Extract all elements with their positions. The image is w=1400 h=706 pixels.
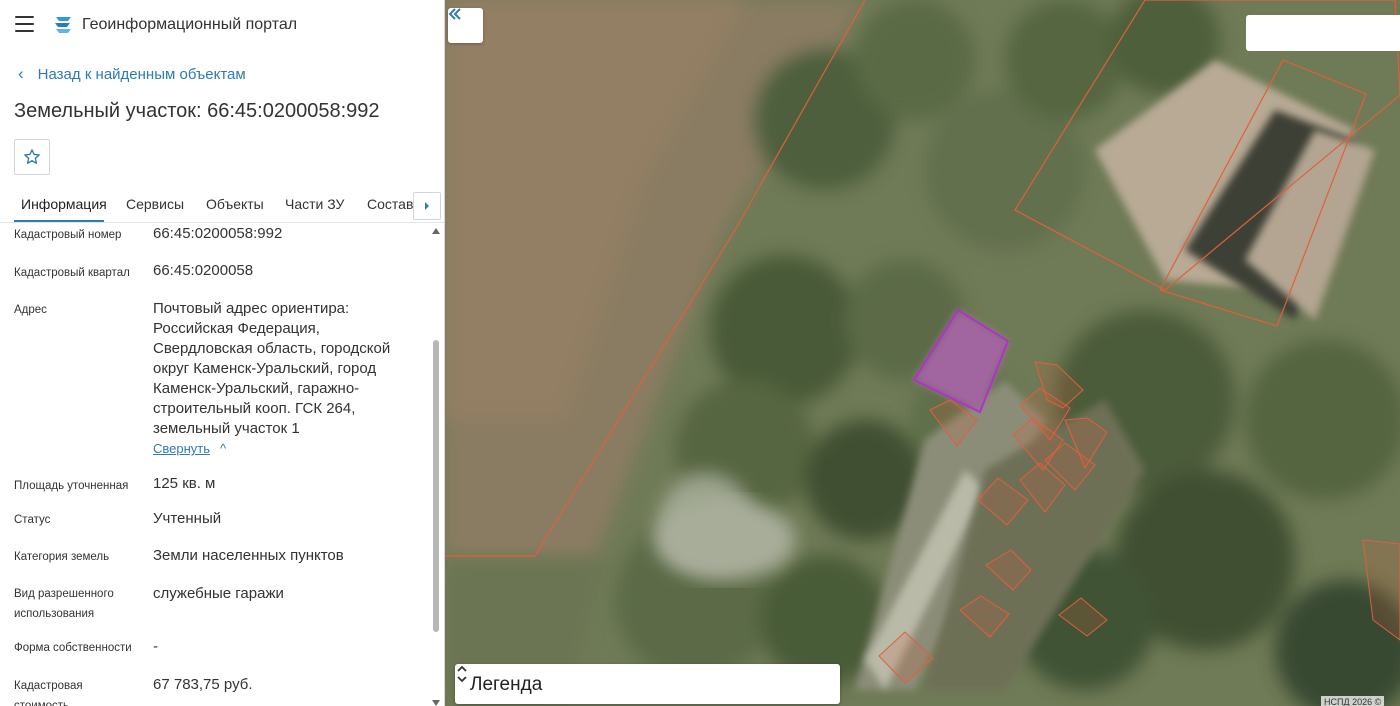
double-chevron-left-icon bbox=[448, 8, 461, 20]
address-line: земельный участок 1 bbox=[153, 420, 300, 437]
field-label: Кадастровая стоимость bbox=[14, 676, 139, 706]
logo-icon bbox=[55, 17, 71, 33]
field-value: 67 783,75 руб. bbox=[153, 676, 253, 693]
chevron-left-icon: ‹ bbox=[18, 64, 24, 83]
tab-services[interactable]: Сервисы bbox=[126, 196, 184, 212]
tab-composition[interactable]: Состав bbox=[367, 196, 413, 212]
tab-parcel-parts[interactable]: Части ЗУ bbox=[285, 196, 344, 212]
tabs-scroll-button[interactable] bbox=[413, 192, 441, 220]
back-link-label: Назад к найденным объектам bbox=[37, 66, 246, 83]
top-bar: Геоинформационный портал bbox=[0, 0, 444, 50]
map-search-input[interactable] bbox=[1246, 15, 1400, 51]
star-icon bbox=[24, 149, 40, 164]
hamburger-icon[interactable] bbox=[15, 16, 34, 32]
chevron-up-icon: ^ bbox=[220, 441, 227, 456]
app-title: Геоинформационный портал bbox=[82, 16, 298, 33]
address-line: округ Каменск-Уральский, город bbox=[153, 360, 377, 377]
field-label: Площадь уточненная bbox=[14, 480, 129, 492]
field-label-line: Кадастровая bbox=[14, 680, 83, 692]
field-label: Статус bbox=[14, 514, 51, 526]
scrollbar[interactable] bbox=[431, 226, 442, 706]
field-value: 66:45:0200058 bbox=[153, 262, 254, 279]
page-title: Земельный участок: 66:45:0200058:992 bbox=[14, 100, 380, 122]
scroll-up-arrow-icon[interactable] bbox=[432, 228, 440, 234]
field-value: Почтовый адрес ориентира: Российская Фед… bbox=[153, 299, 413, 439]
unfold-icon[interactable] bbox=[455, 664, 469, 684]
field-label: Адрес bbox=[14, 304, 47, 316]
scroll-thumb[interactable] bbox=[433, 340, 439, 632]
map-view[interactable]: Легенда НСПД 2026 © bbox=[445, 0, 1400, 706]
collapse-panel-button[interactable] bbox=[448, 8, 483, 43]
tab-bar: Информация Сервисы Объекты Части ЗУ Сост… bbox=[0, 188, 444, 223]
field-label: Вид разрешенного использования bbox=[14, 584, 139, 624]
info-panel: Геоинформационный портал ‹ Назад к найден… bbox=[0, 0, 445, 706]
field-label: Кадастровый квартал bbox=[14, 267, 130, 279]
field-label: Категория земель bbox=[14, 551, 110, 563]
field-label-line: Вид разрешенного bbox=[14, 588, 114, 600]
info-content: Кадастровый номер 66:45:0200058:992 Када… bbox=[0, 223, 430, 706]
legend-panel[interactable]: Легенда bbox=[455, 664, 840, 704]
back-link[interactable]: ‹ Назад к найденным объектам bbox=[18, 64, 246, 83]
legend-label: Легенда bbox=[470, 674, 543, 695]
satellite-imagery bbox=[445, 0, 1400, 706]
field-label: Форма собственности bbox=[14, 642, 132, 654]
collapse-label: Свернуть bbox=[153, 441, 211, 456]
map-attribution: НСПД 2026 © bbox=[1321, 696, 1385, 706]
field-value: служебные гаражи bbox=[153, 585, 284, 602]
field-value: 125 кв. м bbox=[153, 475, 216, 492]
active-tab-indicator bbox=[14, 220, 104, 222]
tab-info[interactable]: Информация bbox=[21, 196, 107, 212]
field-value: Учтенный bbox=[153, 510, 222, 527]
field-value: - bbox=[153, 638, 158, 655]
field-value: Земли населенных пунктов bbox=[153, 547, 344, 564]
address-line: строительный кооп. ГСК 264, bbox=[153, 400, 356, 417]
address-line: Российская Федерация, bbox=[153, 320, 320, 337]
field-label-line: использования bbox=[14, 608, 95, 620]
favorite-button[interactable] bbox=[14, 139, 50, 175]
address-line: Почтовый адрес ориентира: bbox=[153, 300, 350, 317]
field-label-line: стоимость bbox=[14, 700, 70, 706]
field-value: 66:45:0200058:992 bbox=[153, 225, 283, 242]
address-line: Свердловская область, городской bbox=[153, 340, 391, 357]
tab-objects[interactable]: Объекты bbox=[206, 196, 264, 212]
field-label: Кадастровый номер bbox=[14, 229, 122, 241]
address-line: Каменск-Уральский, гаражно- bbox=[153, 380, 360, 397]
scroll-down-arrow-icon[interactable] bbox=[432, 700, 440, 706]
caret-right-icon bbox=[425, 202, 429, 210]
collapse-link[interactable]: Свернуть ^ bbox=[153, 441, 226, 456]
